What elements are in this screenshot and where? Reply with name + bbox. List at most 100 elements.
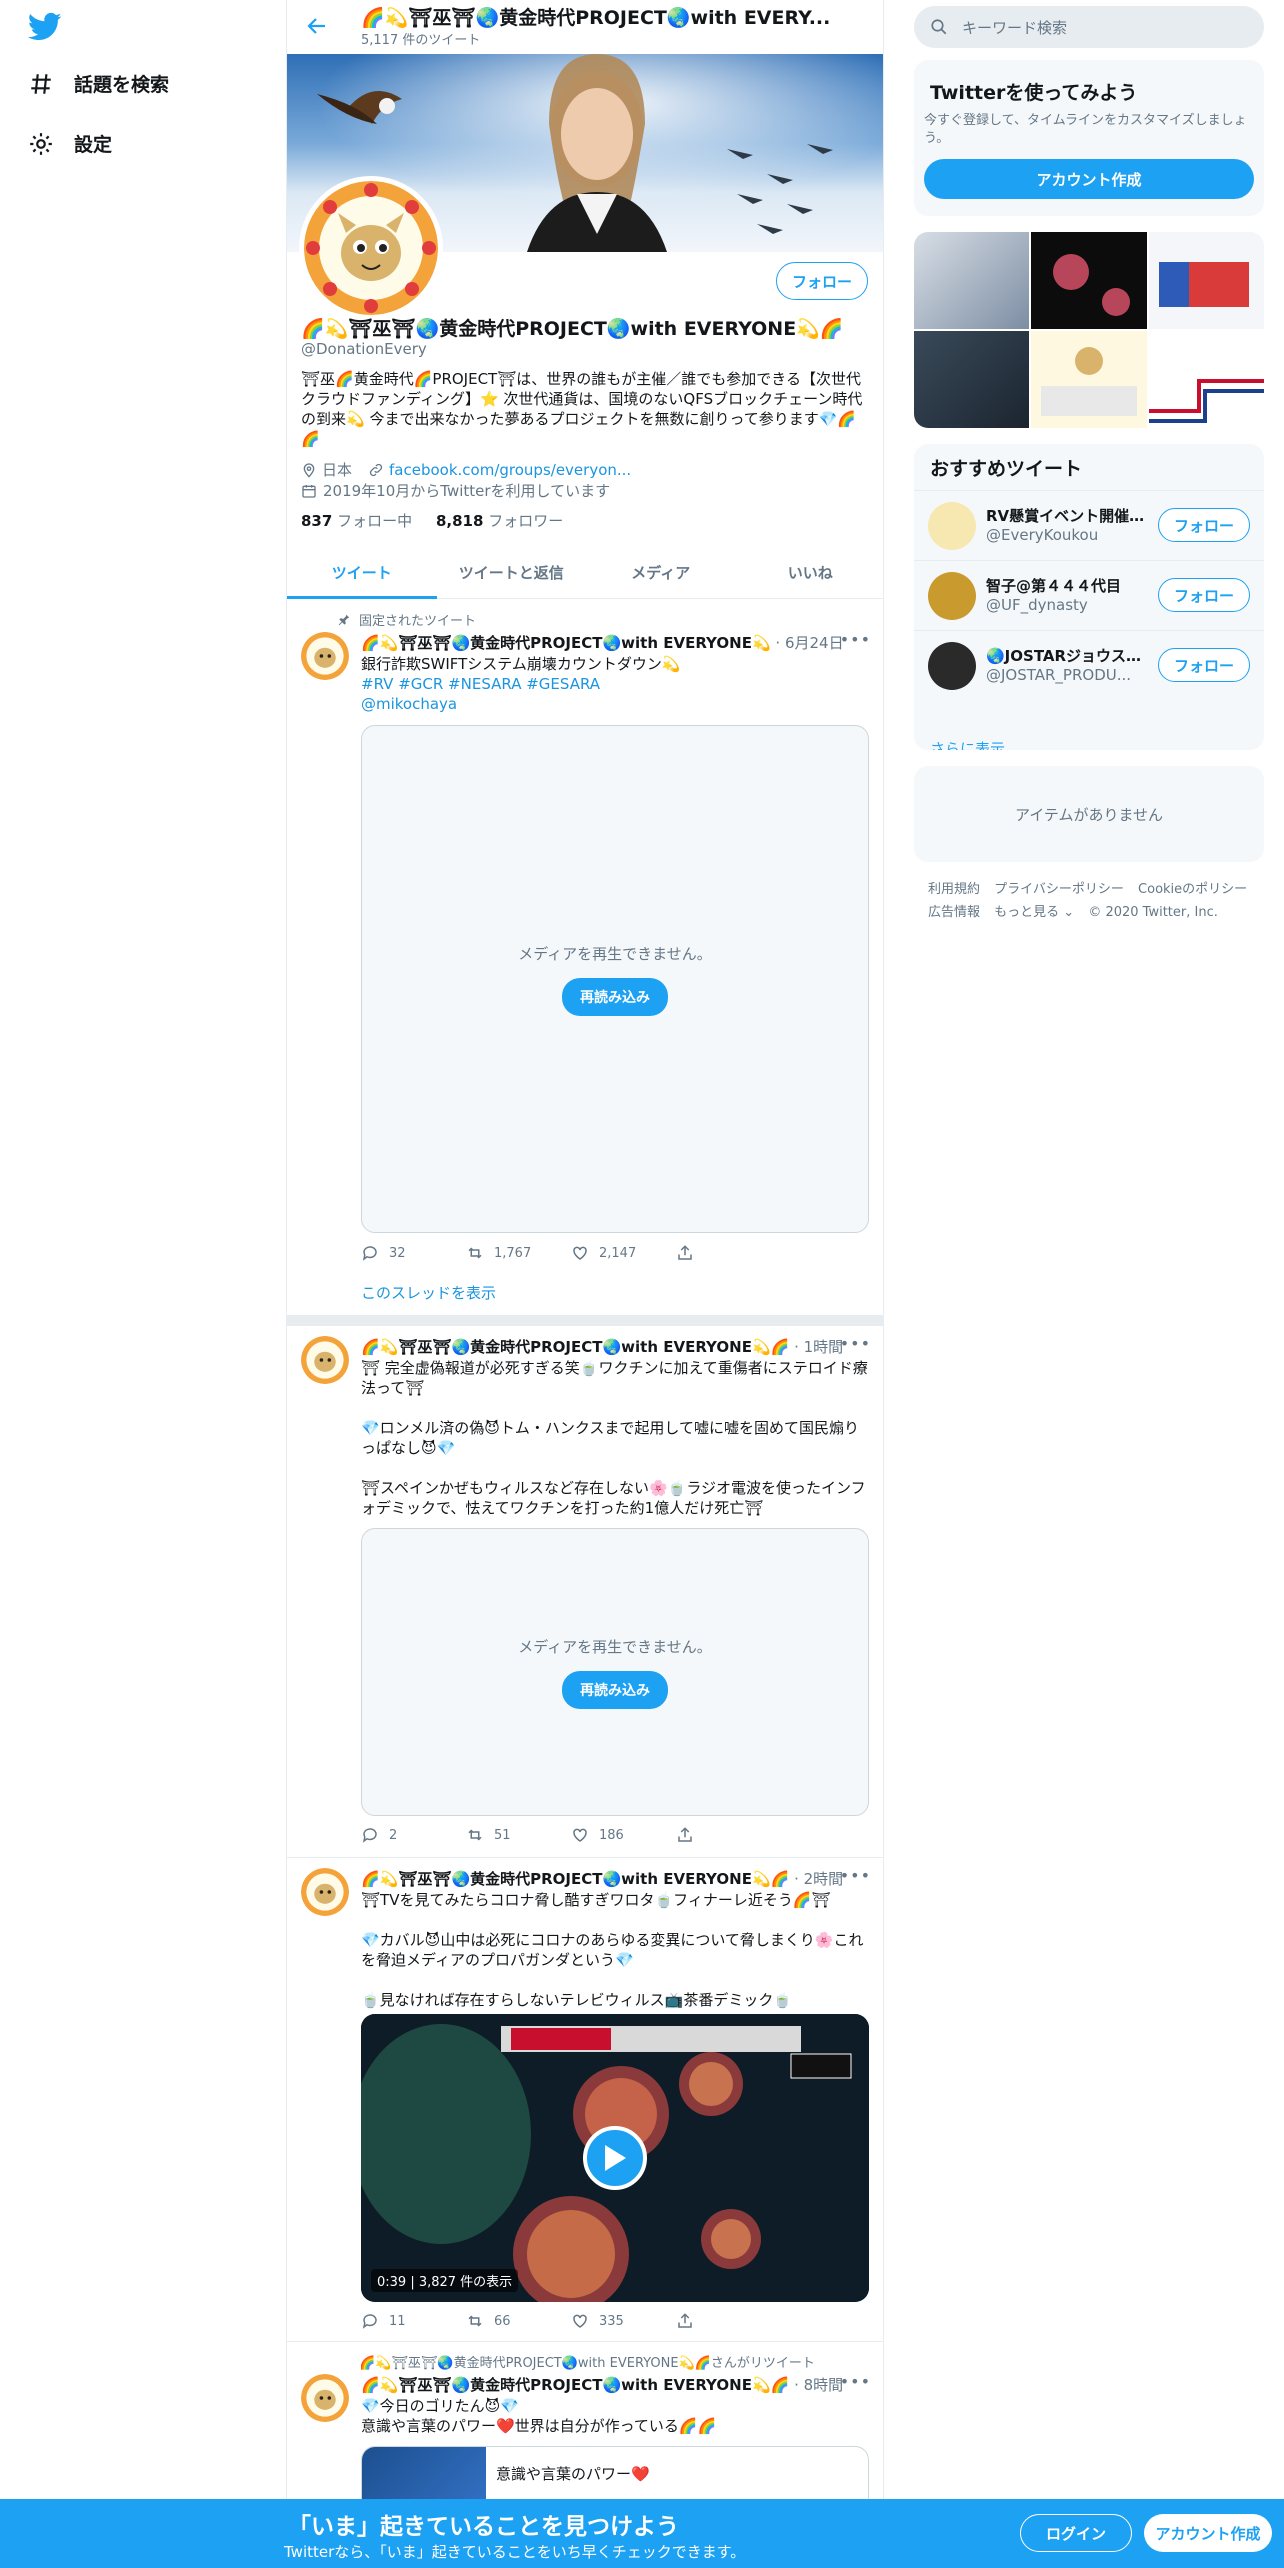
tweet-time[interactable]: · 6月24日 <box>775 634 843 652</box>
avatar[interactable] <box>301 1868 349 1916</box>
heart-icon <box>573 1828 587 1842</box>
profile-header-bar: 🌈💫⛩巫⛩🌏黄金時代PROJECT🌏with EVERY... 5,117 件の… <box>287 0 883 54</box>
tweet-actions: 32 1,767 2,147 <box>361 1244 781 1262</box>
recommended-user[interactable]: RV懸賞イベント開催… @EveryKoukou フォロー <box>914 490 1264 560</box>
tab-media[interactable]: メディア <box>586 547 736 598</box>
back-arrow-icon[interactable] <box>305 14 329 38</box>
signup-button[interactable]: アカウント作成 <box>1144 2514 1272 2552</box>
tab-likes[interactable]: いいね <box>736 547 884 598</box>
reply-icon <box>362 1828 377 1843</box>
reload-button[interactable]: 再読み込み <box>562 1670 668 1709</box>
nav-explore[interactable]: 話題を検索 <box>28 70 169 97</box>
footer-link[interactable]: 利用規約 <box>928 882 980 897</box>
search-box[interactable]: キーワード検索 <box>914 6 1264 48</box>
tab-tweets[interactable]: ツイート <box>287 547 437 599</box>
media-thumb[interactable] <box>1148 232 1264 329</box>
signup-text: 今すぐ登録して、タイムラインをカスタマイズしましょう。 <box>924 113 1247 146</box>
profile-timeline: 🌈💫⛩巫⛩🌏黄金時代PROJECT🌏with EVERY... 5,117 件の… <box>286 0 884 2568</box>
share-button[interactable] <box>676 1244 781 1262</box>
avatar-image <box>301 1868 349 1916</box>
tab-tweets-replies[interactable]: ツイートと返信 <box>437 547 587 598</box>
footer-link[interactable]: もっと見る ⌄ <box>994 905 1074 920</box>
more-icon[interactable]: ••• <box>840 1334 871 1353</box>
tweet-paragraph: ⛩スペインかぜもウィルスなど存在しない🌸🍵ラジオ電波を使ったインフォデミックで、… <box>361 1479 866 1517</box>
profile-joined: 2019年10月からTwitterを利用しています <box>301 480 610 501</box>
bottom-signup-bar: 「いま」起きていることを見つけよう Twitterなら、「いま」起きていることを… <box>0 2499 1284 2568</box>
media-thumb[interactable] <box>914 331 1030 428</box>
profile-location: 日本 <box>301 459 352 480</box>
retweet-icon <box>468 1247 482 1259</box>
like-button[interactable]: 186 <box>571 1826 676 1844</box>
reply-button[interactable]: 32 <box>361 1244 466 1262</box>
profile-url[interactable]: facebook.com/groups/everyon... <box>389 461 631 479</box>
tweet-time[interactable]: · 1時間 <box>794 1338 843 1356</box>
like-button[interactable]: 335 <box>571 2312 676 2330</box>
share-icon <box>678 2313 692 2328</box>
tweet-time[interactable]: · 8時間 <box>794 2376 843 2394</box>
avatar <box>928 502 976 550</box>
avatar[interactable] <box>301 632 349 680</box>
retweeted-by[interactable]: 🌈💫⛩巫⛩🌏黄金時代PROJECT🌏with EVERYONE💫🌈さんがリツイー… <box>361 2352 815 2371</box>
more-icon[interactable]: ••• <box>840 630 871 649</box>
more-icon[interactable]: ••• <box>840 1866 871 1885</box>
tweet-author[interactable]: 🌈💫⛩巫⛩🌏黄金時代PROJECT🌏with EVERYONE💫🌈 <box>361 1870 789 1888</box>
avatar <box>928 572 976 620</box>
create-account-button[interactable]: アカウント作成 <box>924 159 1254 199</box>
retweet-button[interactable]: 51 <box>466 1826 571 1844</box>
tweet-text: ⛩TVを見てみたらコロナ脅し酷すぎワロタ🍵フィナーレ近そう🌈⛩ 💎カバル😈山中は… <box>361 1890 871 2030</box>
retweet-button[interactable]: 66 <box>466 2312 571 2330</box>
tweet-header: 🌈💫⛩巫⛩🌏黄金時代PROJECT🌏with EVERYONE💫🌈 · 1時間 <box>361 1336 851 1357</box>
twitter-bird-icon[interactable] <box>28 12 62 42</box>
follow-button[interactable]: フォロー <box>1158 648 1250 682</box>
followers-link[interactable]: 8,818 フォロワー <box>436 512 563 530</box>
follow-button[interactable]: フォロー <box>1158 578 1250 612</box>
show-more-link[interactable]: さらに表示 <box>930 738 1005 750</box>
retweet-button[interactable]: 1,767 <box>466 1244 571 1262</box>
following-link[interactable]: 837 フォロー中 <box>301 512 412 530</box>
footer-link[interactable]: プライバシーポリシー <box>994 882 1124 897</box>
media-thumb[interactable] <box>1031 232 1147 329</box>
tweet-paragraph: ⛩ 完全虚偽報道が必死すぎる笑🍵ワクチンに加えて重傷者にステロイド療法って⛩ <box>361 1359 868 1397</box>
tweet-author[interactable]: 🌈💫⛩巫⛩🌏黄金時代PROJECT🌏with EVERYONE💫🌈 <box>361 1338 789 1356</box>
tweet-author[interactable]: 🌈💫⛩巫⛩🌏黄金時代PROJECT🌏with EVERYONE💫 <box>361 634 771 652</box>
follow-button[interactable]: フォロー <box>1158 508 1250 542</box>
play-icon <box>605 2145 626 2171</box>
calendar-icon <box>302 484 316 498</box>
show-thread-link[interactable]: このスレッドを表示 <box>361 1283 871 1303</box>
media-thumb[interactable] <box>914 232 1030 329</box>
avatar-image <box>304 181 438 315</box>
tweet-author[interactable]: 🌈💫⛩巫⛩🌏黄金時代PROJECT🌏with EVERYONE💫🌈 <box>361 2376 789 2394</box>
like-button[interactable]: 2,147 <box>571 1244 676 1262</box>
recommended-user[interactable]: 🌏JOSTARジョウス… @JOSTAR_PRODU... フォロー <box>914 630 1264 700</box>
avatar[interactable] <box>301 1336 349 1384</box>
share-button[interactable] <box>676 2312 781 2330</box>
tweet-hashtags[interactable]: #RV #GCR #NESARA #GESARA <box>361 674 871 694</box>
reply-button[interactable]: 11 <box>361 2312 466 2330</box>
tweet[interactable]: 🌈💫⛩巫⛩🌏黄金時代PROJECT🌏with EVERYONE💫🌈 · 1時間 … <box>287 1326 883 1858</box>
login-button[interactable]: ログイン <box>1020 2514 1132 2552</box>
play-button[interactable] <box>583 2126 647 2190</box>
profile-avatar[interactable] <box>299 176 443 320</box>
tweet-pinned[interactable]: 固定されたツイート 🌈💫⛩巫⛩🌏黄金時代PROJECT🌏with EVERYON… <box>287 600 883 1316</box>
reload-button[interactable]: 再読み込み <box>562 977 668 1016</box>
footer-link[interactable]: Cookieのポリシー <box>1138 882 1247 897</box>
search-input[interactable]: キーワード検索 <box>962 17 1067 38</box>
tweet-mention[interactable]: @mikochaya <box>361 694 871 714</box>
divider <box>287 1316 883 1326</box>
tweet-video[interactable]: 0:39 | 3,827 件の表示 <box>361 2014 869 2302</box>
avatar[interactable] <box>301 2374 349 2422</box>
share-button[interactable] <box>676 1826 781 1844</box>
nav-settings[interactable]: 設定 <box>28 130 112 157</box>
tweet-line: 💎今日のゴリたん😈💎 <box>361 2397 519 2415</box>
recommended-user[interactable]: 智子@第４４４代目 @UF_dynasty フォロー <box>914 560 1264 630</box>
reply-button[interactable]: 2 <box>361 1826 466 1844</box>
tweet-time[interactable]: · 2時間 <box>794 1870 843 1888</box>
footer-link[interactable]: 広告情報 <box>928 905 980 920</box>
avatar <box>928 642 976 690</box>
link-icon <box>369 463 383 476</box>
more-icon[interactable]: ••• <box>840 2372 871 2391</box>
media-thumb[interactable] <box>1148 331 1264 428</box>
follow-button[interactable]: フォロー <box>776 262 868 300</box>
media-thumb[interactable] <box>1031 331 1147 428</box>
tweet-paragraph: ⛩TVを見てみたらコロナ脅し酷すぎワロタ🍵フィナーレ近そう🌈⛩ <box>361 1891 831 1909</box>
